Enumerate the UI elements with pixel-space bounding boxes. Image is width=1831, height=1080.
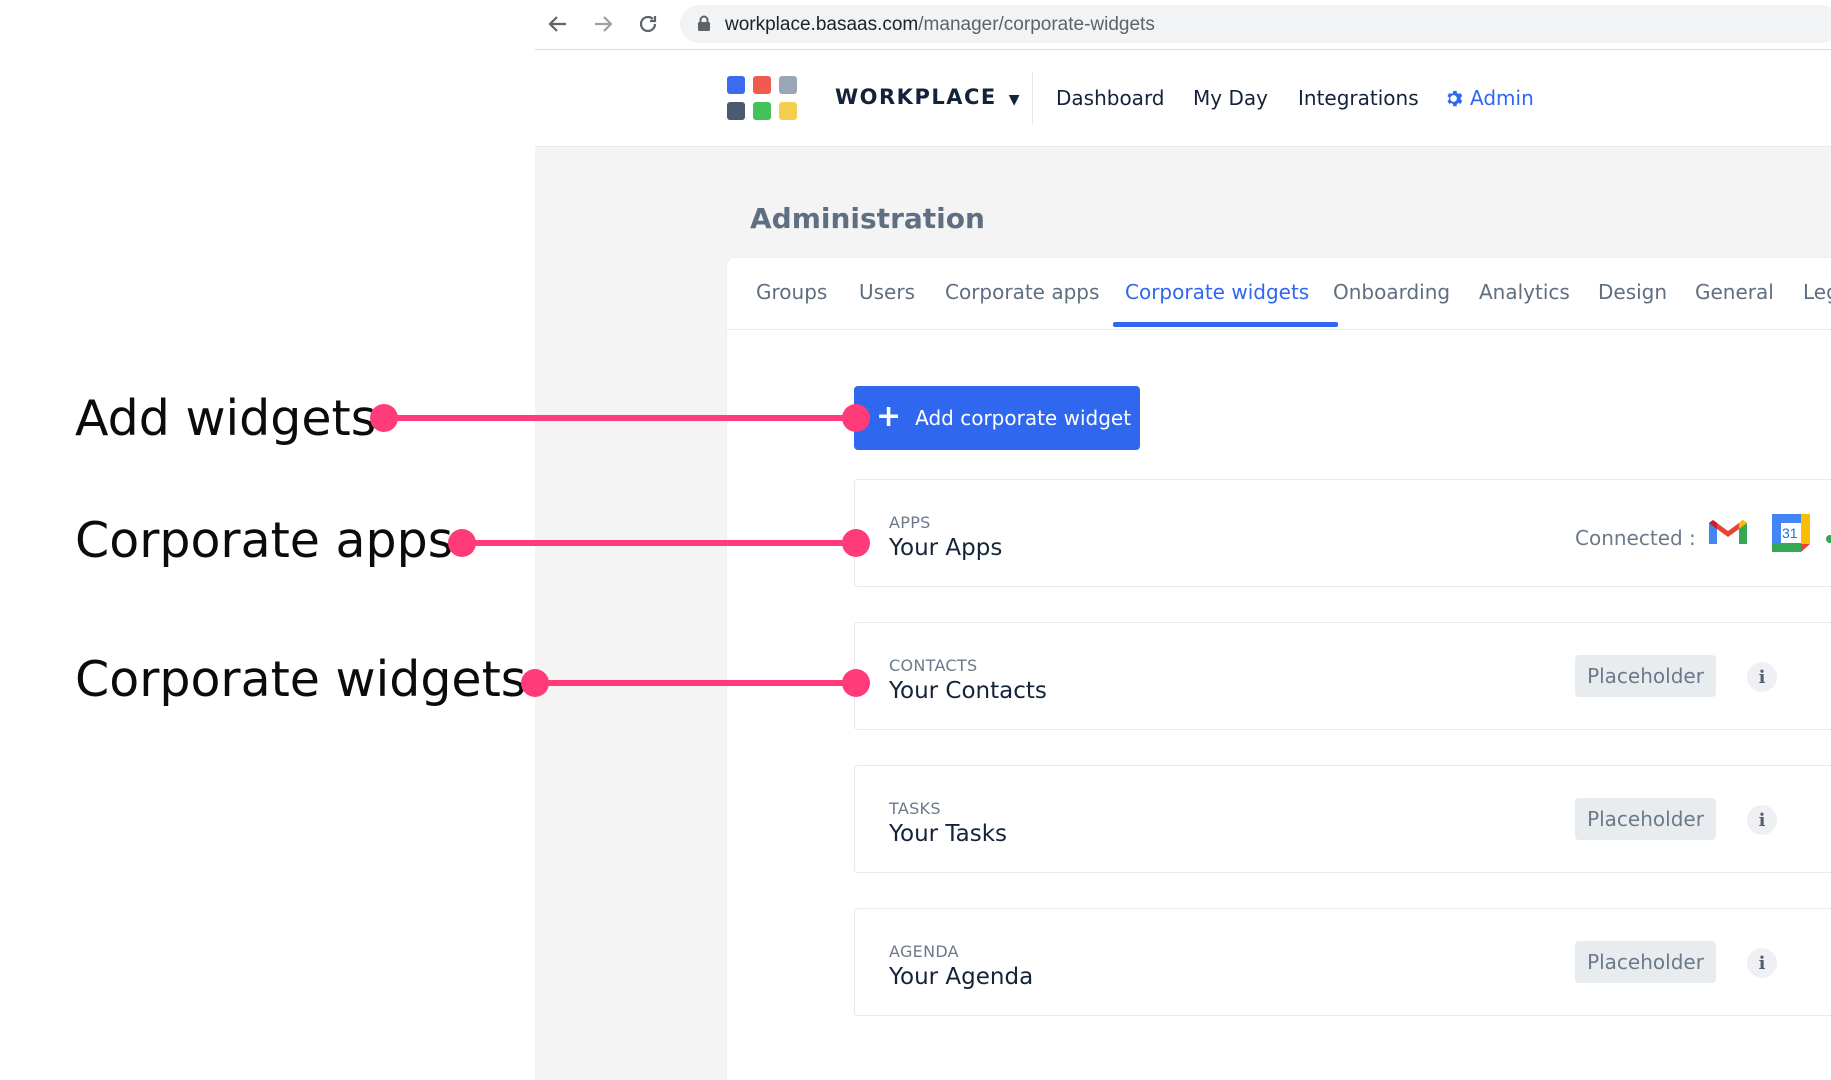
widget-card-tasks[interactable]: TASKS Your Tasks Placeholder i (854, 765, 1831, 873)
logo-square (753, 76, 771, 94)
annotation-corporate-widgets: Corporate widgets (75, 651, 527, 708)
tab-general[interactable]: General (1695, 280, 1774, 304)
gmail-icon (1705, 510, 1751, 556)
app-icon-partial (1826, 535, 1831, 543)
annotation-line (384, 415, 856, 421)
back-arrow-icon[interactable] (540, 6, 576, 42)
reload-icon[interactable] (630, 6, 666, 42)
logo-square (727, 102, 745, 120)
logo-square (779, 102, 797, 120)
header-divider (1032, 72, 1033, 124)
workplace-logo[interactable] (727, 76, 799, 122)
widget-category: TASKS (889, 799, 941, 818)
tab-design[interactable]: Design (1598, 280, 1667, 304)
admin-tabs: Groups Users Corporate apps Corporate wi… (727, 258, 1831, 330)
nav-admin-label: Admin (1470, 86, 1534, 110)
plus-icon: + (876, 398, 902, 434)
page-title: Administration (750, 202, 985, 235)
annotation-dot (842, 529, 870, 557)
caret-down-icon: ▼ (1008, 92, 1022, 108)
widget-title: Your Apps (889, 535, 1003, 561)
browser-toolbar: workplace.basaas.com/manager/corporate-w… (535, 0, 1831, 50)
info-icon[interactable]: i (1747, 948, 1777, 978)
annotation-dot (370, 404, 398, 432)
widget-card-agenda[interactable]: AGENDA Your Agenda Placeholder i (854, 908, 1831, 1016)
widget-card-contacts[interactable]: CONTACTS Your Contacts Placeholder i (854, 622, 1831, 730)
forward-arrow-icon[interactable] (585, 6, 621, 42)
widget-card-apps[interactable]: APPS Your Apps Connected : 31 (854, 479, 1831, 587)
logo-square (779, 76, 797, 94)
url-path: /manager/corporate-widgets (918, 14, 1155, 35)
annotation-line (535, 680, 856, 686)
annotation-dot (842, 404, 870, 432)
gear-icon (1447, 90, 1463, 106)
placeholder-badge: Placeholder (1575, 655, 1716, 697)
info-icon[interactable]: i (1747, 805, 1777, 835)
annotation-add-widgets: Add widgets (75, 390, 377, 447)
url-text: workplace.basaas.com/manager/corporate-w… (725, 14, 1155, 36)
annotation-dot (521, 669, 549, 697)
workspace-switcher[interactable]: WORKPLACE ▼ (835, 85, 1021, 109)
annotation-line (462, 540, 856, 546)
widget-title: Your Tasks (889, 821, 1008, 847)
widget-category: APPS (889, 513, 931, 532)
google-calendar-icon: 31 (1768, 510, 1814, 556)
widget-title: Your Contacts (889, 678, 1047, 704)
nav-admin[interactable]: Admin (1445, 86, 1534, 110)
connected-label: Connected : (1575, 526, 1696, 550)
annotation-dot (448, 529, 476, 557)
widget-category: CONTACTS (889, 656, 978, 675)
app-header: WORKPLACE ▼ Dashboard My Day Integrations… (535, 50, 1831, 147)
tab-corporate-apps[interactable]: Corporate apps (945, 280, 1099, 304)
nav-integrations[interactable]: Integrations (1298, 86, 1419, 110)
brand-name: WORKPLACE (835, 85, 997, 109)
active-tab-indicator (1113, 322, 1338, 327)
tab-analytics[interactable]: Analytics (1479, 280, 1570, 304)
placeholder-badge: Placeholder (1575, 798, 1716, 840)
lock-icon (697, 15, 711, 36)
nav-dashboard[interactable]: Dashboard (1056, 86, 1165, 110)
nav-my-day[interactable]: My Day (1193, 86, 1268, 110)
annotation-dot (842, 669, 870, 697)
address-bar[interactable]: workplace.basaas.com/manager/corporate-w… (680, 5, 1831, 43)
tab-corporate-widgets[interactable]: Corporate widgets (1125, 280, 1309, 304)
widget-category: AGENDA (889, 942, 959, 961)
url-host: workplace.basaas.com (725, 14, 919, 35)
placeholder-badge: Placeholder (1575, 941, 1716, 983)
tab-legal[interactable]: Leg (1803, 280, 1831, 304)
logo-square (727, 76, 745, 94)
tab-onboarding[interactable]: Onboarding (1333, 280, 1450, 304)
info-icon[interactable]: i (1747, 662, 1777, 692)
widget-title: Your Agenda (889, 964, 1034, 990)
tab-groups[interactable]: Groups (756, 280, 827, 304)
logo-square (753, 102, 771, 120)
add-button-label: Add corporate widget (915, 406, 1132, 430)
add-corporate-widget-button[interactable]: + Add corporate widget (854, 386, 1140, 450)
calendar-day: 31 (1782, 525, 1798, 541)
tab-users[interactable]: Users (859, 280, 915, 304)
annotation-corporate-apps: Corporate apps (75, 512, 454, 569)
